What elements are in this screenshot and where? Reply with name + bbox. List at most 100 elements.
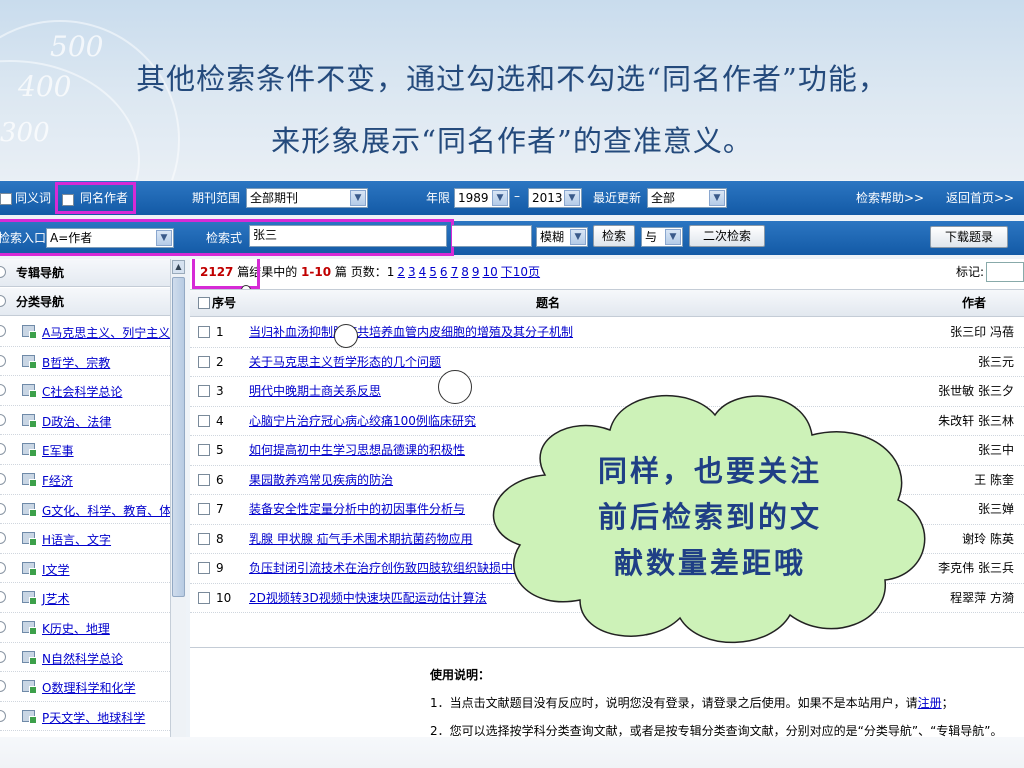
- update-select[interactable]: 全部 ▼: [647, 188, 727, 208]
- category-nav-label[interactable]: O数理科学和化学: [42, 679, 135, 696]
- category-nav-item[interactable]: F经济: [0, 465, 170, 495]
- row-checkbox[interactable]: [198, 355, 210, 368]
- category-nav-item[interactable]: H语言、文字: [0, 524, 170, 554]
- year-to-select[interactable]: 2013 ▼: [528, 188, 582, 208]
- category-nav-label[interactable]: P天文学、地球科学: [42, 709, 145, 726]
- row-checkbox[interactable]: [198, 591, 210, 604]
- synonym-label: 同义词: [15, 191, 52, 205]
- category-nav-label[interactable]: K历史、地理: [42, 620, 110, 637]
- category-nav-label[interactable]: I文学: [42, 561, 70, 578]
- category-nav-item[interactable]: E军事: [0, 435, 170, 465]
- row-title-link[interactable]: 装备安全性定量分析中的初因事件分析与: [249, 495, 465, 523]
- radio-button[interactable]: [0, 266, 6, 278]
- radio-button[interactable]: [0, 532, 6, 545]
- match-mode-select[interactable]: 模糊 ▼: [536, 227, 588, 247]
- page-link[interactable]: 3: [408, 265, 416, 279]
- radio-button[interactable]: [0, 384, 6, 397]
- category-nav-label[interactable]: B哲学、宗教: [42, 354, 110, 371]
- synonym-checkbox[interactable]: [0, 191, 12, 205]
- row-title-link[interactable]: 当归补血汤抑制肿瘤共培养血管内皮细胞的增殖及其分子机制: [249, 318, 573, 346]
- year-from-select[interactable]: 1989 ▼: [454, 188, 510, 208]
- search-help-link[interactable]: 检索帮助>>: [856, 189, 924, 206]
- secondary-search-button[interactable]: 二次检索: [689, 225, 765, 247]
- row-checkbox[interactable]: [198, 532, 210, 545]
- register-link[interactable]: 注册: [918, 696, 942, 710]
- row-title-link[interactable]: 2D视频转3D视频中快速块匹配运动估计算法: [249, 584, 487, 612]
- row-title-link[interactable]: 明代中晚期士商关系反思: [249, 377, 381, 405]
- column-header-author: 作者: [961, 296, 986, 310]
- return-home-link[interactable]: 返回首页>>: [946, 189, 1014, 206]
- radio-button[interactable]: [0, 561, 6, 574]
- category-nav-label[interactable]: N自然科学总论: [42, 650, 123, 667]
- category-nav-label[interactable]: D政治、法律: [42, 413, 111, 430]
- chevron-down-icon: ▼: [564, 190, 580, 206]
- select-all-checkbox[interactable]: [198, 297, 210, 309]
- row-title-link[interactable]: 关于马克思主义哲学形态的几个问题: [249, 348, 441, 376]
- search-expression-input-tail[interactable]: [452, 225, 532, 247]
- radio-button[interactable]: [0, 621, 6, 633]
- category-nav-label[interactable]: F经济: [42, 472, 73, 489]
- page-link[interactable]: 10: [482, 265, 497, 279]
- page-link[interactable]: 9: [472, 265, 480, 279]
- category-nav-header[interactable]: 分类导航: [0, 288, 170, 316]
- row-author: 王 陈奎: [974, 472, 1014, 487]
- radio-button[interactable]: [0, 443, 6, 456]
- logic-operator-select[interactable]: 与 ▼: [641, 227, 683, 247]
- category-nav-item[interactable]: C社会科学总论: [0, 376, 170, 406]
- category-nav-item[interactable]: J艺术: [0, 583, 170, 613]
- category-nav-label[interactable]: H语言、文字: [42, 531, 111, 548]
- mark-input[interactable]: [986, 262, 1024, 282]
- category-nav-item[interactable]: B哲学、宗教: [0, 347, 170, 377]
- update-label: 最近更新: [593, 191, 642, 205]
- category-nav-label[interactable]: E军事: [42, 442, 74, 459]
- row-checkbox[interactable]: [198, 503, 210, 515]
- row-title-link[interactable]: 乳腺 甲状腺 疝气手术围术期抗菌药物应用: [249, 525, 473, 553]
- category-nav-item[interactable]: G文化、科学、教育、体育: [0, 495, 170, 525]
- category-nav-item[interactable]: K历史、地理: [0, 613, 170, 643]
- row-checkbox[interactable]: [198, 385, 210, 397]
- radio-button[interactable]: [0, 413, 6, 426]
- category-nav-label[interactable]: J艺术: [42, 590, 70, 607]
- radio-button[interactable]: [0, 591, 6, 604]
- category-nav-label[interactable]: G文化、科学、教育、体育: [42, 502, 170, 519]
- page-link[interactable]: 6: [440, 265, 448, 279]
- journal-range-select[interactable]: 全部期刊 ▼: [246, 188, 368, 208]
- next-ten-pages-link[interactable]: 下10页: [501, 265, 540, 279]
- radio-button[interactable]: [0, 473, 6, 485]
- category-nav-item[interactable]: I文学: [0, 554, 170, 584]
- row-checkbox[interactable]: [198, 562, 210, 574]
- category-nav-item[interactable]: O数理科学和化学: [0, 672, 170, 702]
- scroll-thumb[interactable]: [172, 277, 185, 597]
- scroll-up-icon[interactable]: ▲: [172, 260, 185, 274]
- category-nav-item[interactable]: A马克思主义、列宁主义: [0, 317, 170, 347]
- radio-button[interactable]: [0, 325, 6, 337]
- row-checkbox[interactable]: [198, 326, 210, 338]
- radio-button[interactable]: [0, 502, 6, 515]
- download-records-button[interactable]: 下载题录: [930, 226, 1008, 248]
- radio-button[interactable]: [0, 650, 6, 663]
- row-title-link[interactable]: 果园散养鸡常见疾病的防治: [249, 466, 393, 494]
- row-title-link[interactable]: 如何提高初中生学习思想品德课的积极性: [249, 436, 465, 464]
- page-link[interactable]: 2: [397, 265, 405, 279]
- row-checkbox[interactable]: [198, 444, 210, 456]
- radio-button[interactable]: [0, 709, 6, 722]
- page-link[interactable]: 5: [429, 265, 437, 279]
- category-nav-item[interactable]: D政治、法律: [0, 406, 170, 436]
- row-checkbox[interactable]: [198, 473, 210, 486]
- special-nav-header[interactable]: 专辑导航: [0, 259, 170, 287]
- search-button[interactable]: 检索: [593, 225, 635, 247]
- row-checkbox[interactable]: [198, 414, 210, 427]
- row-title-link[interactable]: 心脑宁片治疗冠心病心绞痛100例临床研究: [249, 407, 476, 435]
- page-link[interactable]: 8: [461, 265, 469, 279]
- left-nav-scrollbar[interactable]: ▲: [170, 259, 186, 737]
- radio-button[interactable]: [0, 680, 6, 693]
- category-nav-item[interactable]: P天文学、地球科学: [0, 702, 170, 732]
- category-nav-label[interactable]: C社会科学总论: [42, 383, 122, 400]
- page-link[interactable]: 7: [451, 265, 459, 279]
- page-link[interactable]: 4: [419, 265, 427, 279]
- radio-button[interactable]: [0, 295, 6, 307]
- category-nav-label[interactable]: A马克思主义、列宁主义: [42, 324, 170, 341]
- folder-icon: [22, 709, 37, 724]
- category-nav-item[interactable]: N自然科学总论: [0, 643, 170, 673]
- radio-button[interactable]: [0, 354, 6, 367]
